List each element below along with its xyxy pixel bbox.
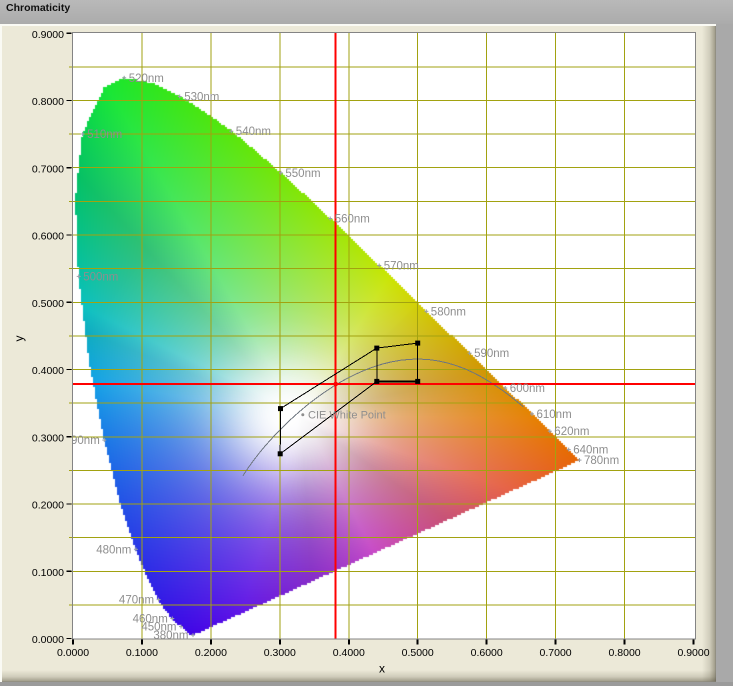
svg-text:0.9000: 0.9000 (32, 29, 64, 41)
svg-text:550nm: 550nm (285, 168, 320, 180)
svg-text:500nm: 500nm (83, 271, 118, 283)
svg-text:510nm: 510nm (87, 129, 122, 141)
svg-text:610nm: 610nm (537, 409, 572, 421)
svg-text:0.2000: 0.2000 (32, 500, 64, 512)
svg-text:0.7000: 0.7000 (32, 163, 64, 175)
svg-text:0.1000: 0.1000 (126, 647, 158, 659)
svg-text:780nm: 780nm (584, 455, 619, 467)
svg-text:590nm: 590nm (474, 348, 509, 360)
svg-text:460nm: 460nm (133, 614, 168, 626)
svg-text:480nm: 480nm (96, 544, 131, 556)
svg-text:560nm: 560nm (335, 214, 370, 226)
svg-text:0.4000: 0.4000 (333, 647, 365, 659)
svg-text:620nm: 620nm (554, 426, 589, 438)
svg-text:0.7000: 0.7000 (540, 647, 572, 659)
svg-text:0.8000: 0.8000 (609, 647, 641, 659)
svg-text:x: x (379, 662, 385, 676)
svg-text:570nm: 570nm (384, 261, 419, 273)
svg-text:0.6000: 0.6000 (471, 647, 503, 659)
svg-text:0.5000: 0.5000 (402, 647, 434, 659)
svg-text:0.1000: 0.1000 (32, 567, 64, 579)
svg-text:470nm: 470nm (119, 595, 154, 607)
svg-text:0.9000: 0.9000 (677, 647, 709, 659)
svg-text:0.5000: 0.5000 (32, 298, 64, 310)
svg-text:y: y (12, 336, 26, 342)
svg-text:540nm: 540nm (236, 126, 271, 138)
svg-text:520nm: 520nm (129, 73, 164, 85)
svg-text:0.0000: 0.0000 (57, 647, 89, 659)
svg-text:0.4000: 0.4000 (32, 365, 64, 377)
svg-text:0.6000: 0.6000 (32, 231, 64, 243)
svg-text:0.0000: 0.0000 (32, 634, 64, 646)
svg-text:530nm: 530nm (184, 92, 219, 104)
svg-text:0.3000: 0.3000 (32, 432, 64, 444)
svg-text:0.3000: 0.3000 (264, 647, 296, 659)
svg-text:600nm: 600nm (510, 383, 545, 395)
svg-text:0.8000: 0.8000 (32, 96, 64, 108)
svg-text:0.2000: 0.2000 (195, 647, 227, 659)
svg-text:580nm: 580nm (431, 306, 466, 318)
svg-text:CIE White Point: CIE White Point (308, 410, 386, 422)
